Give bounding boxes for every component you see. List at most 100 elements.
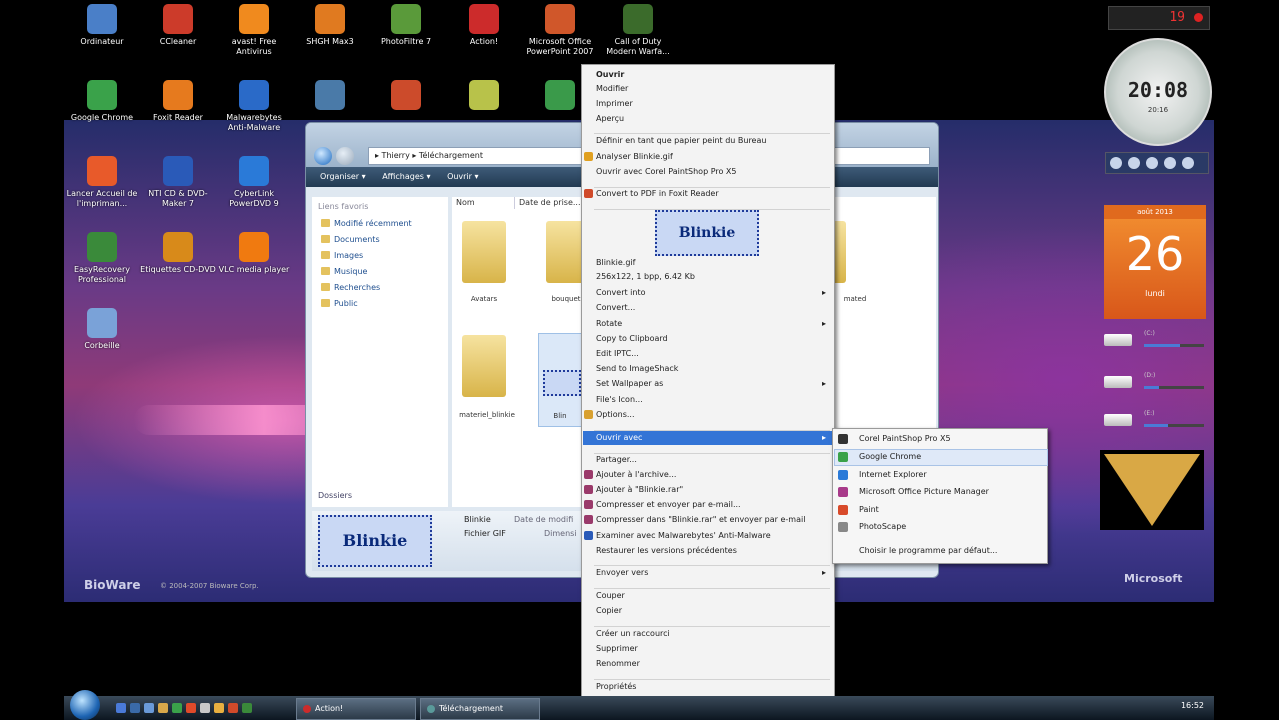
desktop-icon[interactable]: NTI CD & DVD-Maker 7 bbox=[140, 156, 216, 209]
organize-button[interactable]: Organiser ▾ bbox=[320, 167, 366, 187]
open-with-app[interactable]: Microsoft Office Picture Manager bbox=[859, 486, 989, 498]
menu-item[interactable]: Ouvrir avec ▸ bbox=[596, 432, 832, 444]
desktop-icon[interactable]: PhotoFiltre 7 bbox=[368, 4, 444, 47]
media-button-icon[interactable] bbox=[1164, 157, 1176, 169]
desktop-icon[interactable]: CCleaner bbox=[140, 4, 216, 47]
open-with-app[interactable]: Google Chrome bbox=[859, 451, 921, 463]
menu-item[interactable]: Imprimer bbox=[596, 98, 832, 110]
folder-icon[interactable] bbox=[462, 221, 506, 283]
menu-item[interactable]: Partager... bbox=[596, 454, 832, 466]
folders-toggle[interactable]: Dossiers bbox=[318, 491, 352, 500]
column-header-date[interactable]: Date de prise... bbox=[515, 197, 590, 209]
favorite-link[interactable]: Images bbox=[321, 251, 448, 260]
menu-item[interactable]: Modifier bbox=[596, 83, 832, 95]
desktop-icon[interactable]: Ordinateur bbox=[64, 4, 140, 47]
back-arrow-icon[interactable] bbox=[314, 147, 332, 165]
menu-item[interactable]: Copy to Clipboard bbox=[596, 333, 832, 345]
open-button[interactable]: Ouvrir ▾ bbox=[447, 167, 478, 187]
favorite-link[interactable]: Musique bbox=[321, 267, 448, 276]
quick-launch-icon[interactable] bbox=[144, 703, 154, 713]
menu-item[interactable]: Set Wallpaper as ▸ bbox=[596, 378, 832, 390]
desktop-icon[interactable]: VLC media player bbox=[216, 232, 292, 275]
desktop-icon[interactable]: EasyRecovery Professional bbox=[64, 232, 140, 285]
desktop-icon[interactable]: Call of Duty Modern Warfa... bbox=[600, 4, 676, 57]
menu-item[interactable]: Ajouter à l'archive... bbox=[584, 469, 832, 481]
open-with-app[interactable]: Corel PaintShop Pro X5 bbox=[859, 433, 951, 445]
menu-item[interactable]: Convert to PDF in Foxit Reader bbox=[584, 188, 832, 200]
menu-item[interactable]: Couper bbox=[596, 590, 832, 602]
desktop-icon[interactable]: avast! Free Antivirus bbox=[216, 4, 292, 57]
menu-item[interactable]: Renommer bbox=[596, 658, 832, 670]
folder-icon[interactable] bbox=[462, 335, 506, 397]
desktop-icon[interactable]: Etiquettes CD-DVD bbox=[140, 232, 216, 275]
menu-item[interactable]: Compresser dans "Blinkie.rar" et envoyer… bbox=[584, 514, 832, 526]
quick-launch-icon[interactable] bbox=[186, 703, 196, 713]
column-header-name[interactable]: Nom bbox=[452, 197, 515, 209]
favorite-link[interactable]: Modifié récemment bbox=[321, 219, 448, 228]
open-with-app[interactable]: PhotoScape bbox=[859, 521, 906, 533]
menu-item[interactable]: Propriétés bbox=[596, 681, 832, 693]
menu-item[interactable]: Supprimer bbox=[596, 643, 832, 655]
selected-file[interactable]: Blin bbox=[538, 333, 584, 427]
desktop-icon[interactable] bbox=[446, 80, 522, 113]
quick-launch-icon[interactable] bbox=[200, 703, 210, 713]
menu-item[interactable]: Examiner avec Malwarebytes' Anti-Malware bbox=[584, 530, 832, 542]
desktop-icon[interactable]: Google Chrome bbox=[64, 80, 140, 123]
views-button[interactable]: Affichages ▾ bbox=[382, 167, 430, 187]
menu-item[interactable]: Rotate ▸ bbox=[596, 318, 832, 330]
quick-launch-icon[interactable] bbox=[130, 703, 140, 713]
desktop-icon[interactable]: SHGH Max3 bbox=[292, 4, 368, 47]
quick-launch-icon[interactable] bbox=[172, 703, 182, 713]
desktop-icon[interactable] bbox=[368, 80, 444, 113]
menu-item[interactable]: Analyser Blinkie.gif bbox=[584, 151, 832, 163]
desktop-icon[interactable]: Microsoft Office PowerPoint 2007 bbox=[522, 4, 598, 57]
menu-item[interactable]: 256x122, 1 bpp, 6.42 Kb bbox=[596, 271, 832, 283]
menu-item[interactable]: Ouvrir bbox=[596, 69, 832, 81]
desktop-icon[interactable]: Action! bbox=[446, 4, 522, 47]
media-button-icon[interactable] bbox=[1146, 157, 1158, 169]
app-icon bbox=[469, 80, 499, 110]
menu-item[interactable]: Edit IPTC... bbox=[596, 348, 832, 360]
menu-item[interactable]: Définir en tant que papier peint du Bure… bbox=[596, 135, 832, 147]
taskbar-button[interactable]: Téléchargement bbox=[420, 698, 540, 720]
menu-item[interactable]: Convert... bbox=[596, 302, 832, 314]
menu-item[interactable]: Aperçu bbox=[596, 113, 832, 125]
quick-launch-icon[interactable] bbox=[158, 703, 168, 713]
quick-launch-icon[interactable] bbox=[116, 703, 126, 713]
desktop-icon[interactable]: CyberLink PowerDVD 9 bbox=[216, 156, 292, 209]
quick-launch-icon[interactable] bbox=[214, 703, 224, 713]
menu-item[interactable]: Copier bbox=[596, 605, 832, 617]
desktop-icon[interactable]: Malwarebytes Anti-Malware bbox=[216, 80, 292, 133]
desktop-icon[interactable] bbox=[292, 80, 368, 113]
favorite-link[interactable]: Public bbox=[321, 299, 448, 308]
menu-item[interactable]: File's Icon... bbox=[596, 394, 832, 406]
favorite-link[interactable]: Documents bbox=[321, 235, 448, 244]
media-button-icon[interactable] bbox=[1182, 157, 1194, 169]
favorite-link[interactable]: Recherches bbox=[321, 283, 448, 292]
taskbar-button[interactable]: Action! bbox=[296, 698, 416, 720]
record-icon[interactable] bbox=[1194, 13, 1203, 22]
desktop-icon[interactable]: Corbeille bbox=[64, 308, 140, 351]
menu-item[interactable]: Restaurer les versions précédentes bbox=[596, 545, 832, 557]
menu-item[interactable]: Convert into ▸ bbox=[596, 287, 832, 299]
desktop-icon[interactable]: Foxit Reader bbox=[140, 80, 216, 123]
menu-item[interactable]: Blinkie.gif bbox=[596, 257, 832, 269]
menu-item[interactable]: Envoyer vers ▸ bbox=[596, 567, 832, 579]
menu-item[interactable]: Send to ImageShack bbox=[596, 363, 832, 375]
forward-arrow-icon[interactable] bbox=[336, 147, 354, 165]
menu-item[interactable]: Compresser et envoyer par e-mail... bbox=[584, 499, 832, 511]
open-with-app[interactable]: Internet Explorer bbox=[859, 469, 927, 481]
menu-item[interactable]: Ajouter à "Blinkie.rar" bbox=[584, 484, 832, 496]
media-button-icon[interactable] bbox=[1128, 157, 1140, 169]
media-button-icon[interactable] bbox=[1110, 157, 1122, 169]
open-with-app[interactable]: Choisir le programme par défaut... bbox=[859, 545, 997, 557]
quick-launch-icon[interactable] bbox=[228, 703, 238, 713]
menu-item[interactable]: Créer un raccourci bbox=[596, 628, 832, 640]
menu-item[interactable]: Ouvrir avec Corel PaintShop Pro X5 bbox=[596, 166, 832, 178]
start-orb-icon[interactable] bbox=[70, 690, 100, 720]
tray-clock[interactable]: 16:52 bbox=[1181, 701, 1204, 710]
quick-launch-icon[interactable] bbox=[242, 703, 252, 713]
desktop-icon[interactable]: Lancer Accueil de l'impriman... bbox=[64, 156, 140, 209]
menu-item[interactable]: Options... bbox=[584, 409, 832, 421]
open-with-app[interactable]: Paint bbox=[859, 504, 879, 516]
